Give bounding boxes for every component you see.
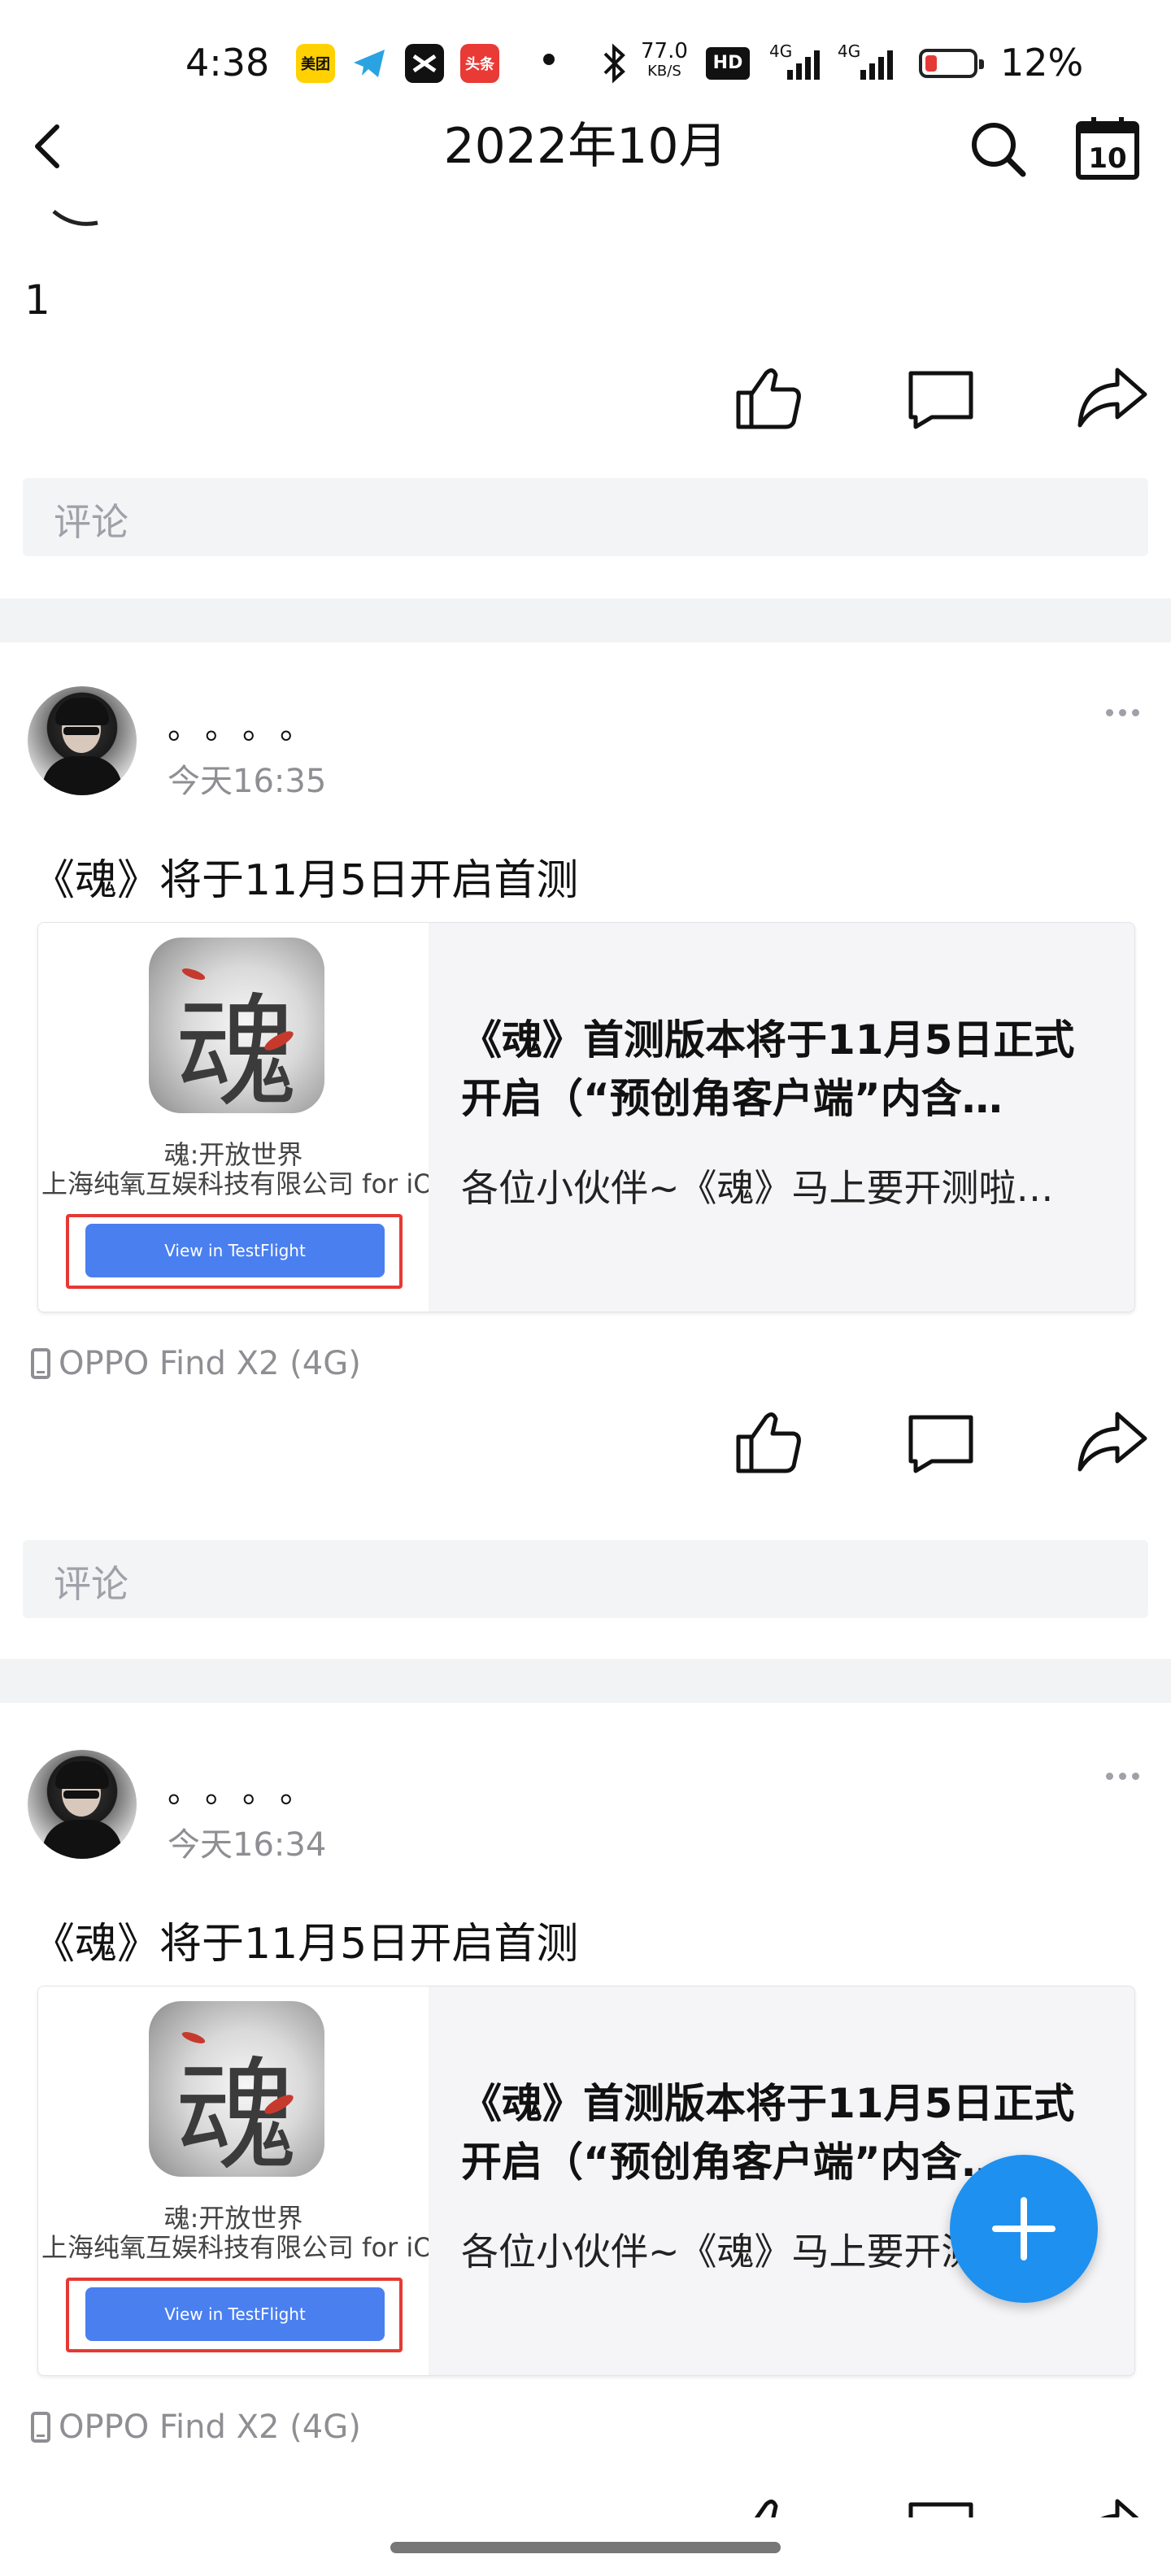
comment-icon[interactable] <box>904 2493 977 2517</box>
app-icon-glyph: 魂 <box>175 2046 298 2177</box>
avatar[interactable] <box>28 1750 137 1859</box>
calendar-icon[interactable]: 10 <box>1073 114 1142 182</box>
network-speed-value: 77.0 <box>641 39 688 63</box>
status-time: 4:38 <box>185 41 270 85</box>
comment-input[interactable]: 评论 <box>23 478 1148 556</box>
phone-icon <box>31 1348 50 1379</box>
comment-input[interactable]: 评论 <box>23 1540 1148 1618</box>
share-icon[interactable] <box>1075 1406 1148 1479</box>
add-post-button[interactable] <box>950 2155 1098 2303</box>
comment-placeholder: 评论 <box>54 500 128 544</box>
network-type-2: 4G <box>838 41 861 61</box>
capcut-icon <box>405 44 444 83</box>
post-text: 《魂》将于11月5日开启首测 <box>33 1920 579 1969</box>
like-icon[interactable] <box>732 1406 805 1479</box>
home-indicator[interactable] <box>390 2542 781 2553</box>
comment-placeholder: 评论 <box>54 1562 128 1606</box>
app-icon: 魂 <box>149 2001 324 2177</box>
meituan-icon: 美团 <box>296 44 335 83</box>
like-icon[interactable] <box>732 2493 805 2517</box>
feed-post: 。。。。 今天16:34 《魂》将于11月5日开启首测 魂 魂:开放世界 上海纯… <box>0 1750 1171 2563</box>
device-label: OPPO Find X2 (4G) <box>31 2408 361 2446</box>
card-thumbnail: 魂 魂:开放世界 上海纯氧互娱科技有限公司 for iOS View in Te… <box>38 923 429 1312</box>
app-icon-glyph: 魂 <box>175 982 298 1113</box>
post-separator <box>0 598 1171 642</box>
post-actions <box>0 350 1171 447</box>
link-card[interactable]: 魂 魂:开放世界 上海纯氧互娱科技有限公司 for iOS View in Te… <box>37 922 1135 1312</box>
top-nav: 2022年10月 10 <box>0 114 1171 211</box>
battery-percent: 12% <box>1000 41 1084 85</box>
post-actions <box>0 1394 1171 1491</box>
post-time: 今天16:35 <box>168 763 327 800</box>
post-actions <box>0 2488 1171 2517</box>
card-description: 各位小伙伴~《魂》马上要开测啦… <box>461 1166 1054 1210</box>
hd-badge: HD <box>706 47 750 80</box>
device-name: OPPO Find X2 (4G) <box>59 2408 361 2446</box>
feed-post: 。。。。 今天16:35 《魂》将于11月5日开启首测 魂 魂:开放世界 上海纯… <box>0 686 1171 1662</box>
more-icon[interactable] <box>1106 1768 1150 1784</box>
phone-icon <box>31 2412 50 2443</box>
like-icon[interactable] <box>732 362 805 435</box>
post-text: 《魂》将于11月5日开启首测 <box>33 856 579 905</box>
post-username[interactable]: 。。。。 <box>168 1764 333 1812</box>
post-time: 今天16:34 <box>168 1826 327 1864</box>
post-username[interactable]: 。。。。 <box>168 701 333 748</box>
calendar-day: 10 <box>1088 142 1126 175</box>
testflight-button: View in TestFlight <box>85 1224 385 1277</box>
toutiao-icon: 头条 <box>460 44 499 83</box>
device-label: OPPO Find X2 (4G) <box>31 1345 361 1382</box>
card-thumbnail: 魂 魂:开放世界 上海纯氧互娱科技有限公司 for iOS View in Te… <box>38 1986 429 2375</box>
scrolled-username-fragment <box>49 203 155 241</box>
share-icon[interactable] <box>1075 362 1148 435</box>
notification-dot-icon <box>543 54 555 65</box>
share-icon[interactable] <box>1075 2493 1148 2517</box>
avatar[interactable] <box>28 686 137 795</box>
bluetooth-icon <box>603 43 625 84</box>
signal-icon <box>787 50 820 80</box>
post-text: 1 <box>24 276 50 324</box>
comment-icon[interactable] <box>904 362 977 435</box>
device-name: OPPO Find X2 (4G) <box>59 1345 361 1382</box>
plus-icon <box>992 2197 1056 2261</box>
network-speed-unit: KB/S <box>647 63 681 80</box>
battery-icon <box>919 49 984 78</box>
signal-icon-2 <box>860 50 893 80</box>
post-separator <box>0 1659 1171 1703</box>
telegram-icon <box>350 44 389 83</box>
status-bar: 4:38 美团 头条 77.0 KB/S HD 4G 4G 12% <box>0 0 1171 114</box>
comment-icon[interactable] <box>904 1406 977 1479</box>
testflight-button: View in TestFlight <box>85 2287 385 2341</box>
thumb-developer: 上海纯氧互娱科技有限公司 for iOS <box>41 1168 429 1199</box>
thumb-developer: 上海纯氧互娱科技有限公司 for iOS <box>41 2232 429 2263</box>
app-icon: 魂 <box>149 938 324 1113</box>
more-icon[interactable] <box>1106 704 1150 720</box>
network-speed: 77.0 KB/S <box>641 39 688 80</box>
card-title: 《魂》首测版本将于11月5日正式开启（“预创角客户端”内含… <box>461 1016 1075 1122</box>
search-icon[interactable] <box>966 117 1031 182</box>
